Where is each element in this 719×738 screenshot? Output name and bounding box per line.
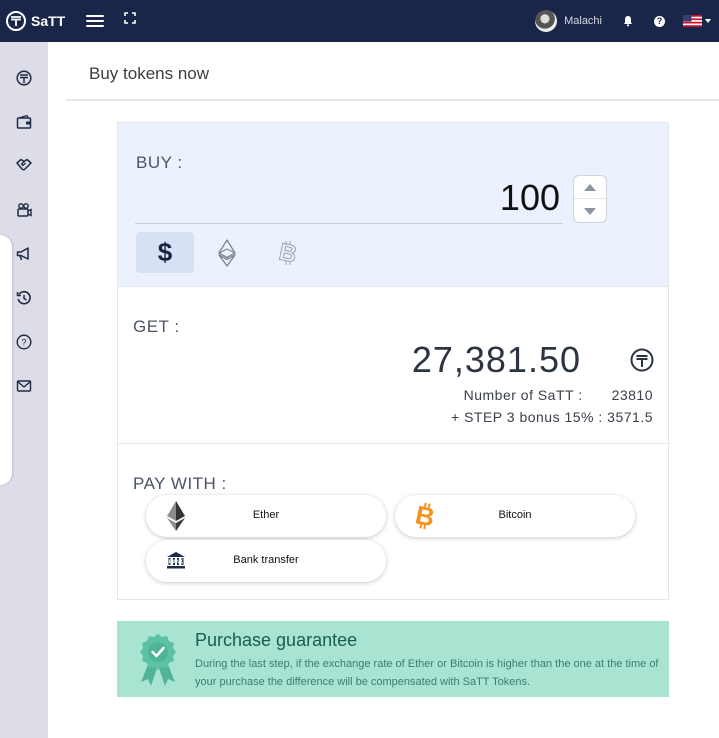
get-label: GET : [133,317,180,336]
us-flag-icon[interactable] [683,15,702,27]
bonus-label: + STEP 3 bonus 15% : [451,409,603,425]
buy-label: BUY : [136,153,183,172]
svg-text:B: B [277,239,299,267]
number-of-satt-value: 23810 [611,387,653,403]
sidebar-help-icon[interactable]: ? [15,333,33,351]
guarantee-badge-icon [140,634,176,686]
number-of-satt-row: Number of SaTT : 23810 [464,387,653,403]
stepper-up-button[interactable] [574,176,606,199]
currency-dollar-button[interactable]: $ [136,232,194,273]
stepper-down-button[interactable] [574,200,606,223]
menu-icon[interactable] [86,11,104,31]
sidebar-wallet-icon[interactable] [15,113,33,131]
get-section: GET : 27,381.50 Number of SaTT : 23810 +… [118,287,668,444]
help-icon[interactable]: ? [654,15,665,27]
pay-ether-button[interactable]: Ether [146,495,386,537]
bonus-row: + STEP 3 bonus 15% : 3571.5 [451,409,653,425]
page-title: Buy tokens now [89,64,210,83]
app-logo[interactable]: SaTT [6,11,65,31]
get-amount: 27,381.50 [411,339,581,380]
sidebar-mail-icon[interactable] [15,377,33,395]
bitcoin-outline-icon: B [277,239,299,267]
bonus-value: 3571.5 [607,409,653,425]
top-bar: SaTT Malachi ? [0,0,719,42]
app-name: SaTT [31,13,66,29]
username[interactable]: Malachi [564,15,602,27]
ether-icon [218,238,236,267]
svg-text:?: ? [21,338,26,348]
bell-icon[interactable] [622,15,634,27]
guarantee-title: Purchase guarantee [195,630,358,650]
satt-coin-icon [630,348,654,372]
fullscreen-icon[interactable] [124,12,136,24]
title-divider [66,99,719,101]
number-of-satt-label: Number of SaTT : [463,387,583,403]
pay-bitcoin-label: Bitcoin [498,509,532,521]
avatar[interactable] [535,10,558,32]
sidebar-history-icon[interactable] [15,289,33,307]
sidebar: ? [0,42,48,738]
sidebar-highlight-panel [0,235,12,485]
pay-with-label: PAY WITH : [133,474,227,493]
pay-ether-label: Ether [252,509,280,521]
purchase-guarantee-banner: Purchase guarantee During the last step,… [117,621,669,697]
pay-bitcoin-button[interactable]: B Bitcoin [395,495,635,537]
arrow-down-icon [584,208,596,215]
language-caret-icon[interactable] [705,19,711,23]
sidebar-handshake-icon[interactable] [15,156,33,174]
currency-ether-button[interactable] [198,232,256,273]
buy-card: BUY : 100 $ B GET : 27,381.50 Number of … [117,122,669,600]
buy-amount-input[interactable]: 100 [418,177,560,219]
amount-stepper[interactable] [573,175,607,223]
sidebar-megaphone-icon[interactable] [15,245,33,263]
satt-logo-icon [6,11,26,31]
buy-amount-underline [135,223,563,224]
pay-bank-transfer-button[interactable]: BANK Bank transfer [146,540,386,582]
dollar-icon: $ [157,237,173,267]
pay-bank-transfer-label: Bank transfer [233,554,299,566]
currency-bitcoin-button[interactable]: B [259,232,317,273]
arrow-up-icon [584,183,596,191]
sidebar-camera-icon[interactable] [15,201,33,219]
pay-section: PAY WITH : Ether B Bitcoin BANK Bank tra… [118,444,668,599]
guarantee-text: During the last step, if the exchange ra… [195,658,659,688]
sidebar-satt-icon[interactable] [15,69,33,87]
buy-section: BUY : 100 $ B [118,123,668,287]
